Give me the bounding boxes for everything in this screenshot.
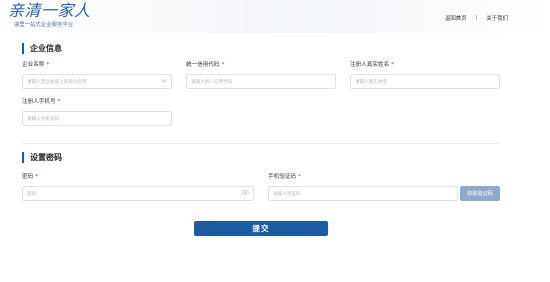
- page-header: 亲清一家人 湖里一站式企业服务平台 返回首页 | 关于我们: [0, 0, 550, 33]
- credit-code-input[interactable]: 请输入统一信用代码: [186, 74, 336, 89]
- phone-label: 注册人手机号 *: [22, 99, 61, 105]
- credit-code-placeholder: 请输入统一信用代码: [191, 79, 233, 85]
- required-mark: *: [391, 62, 394, 68]
- password-input[interactable]: 密码: [22, 186, 254, 201]
- section-divider: [22, 143, 500, 144]
- chevron-down-icon: [161, 78, 167, 85]
- sms-code-label: 手机验证码 *: [268, 174, 301, 180]
- required-mark: *: [57, 99, 61, 105]
- password-label: 密码 *: [22, 174, 38, 180]
- company-name-label: 企业名称 *: [22, 62, 50, 68]
- credit-code-label: 统一信用代码 *: [186, 62, 225, 68]
- section-title-enterprise: 企业信息: [22, 43, 62, 54]
- required-mark: *: [221, 62, 225, 68]
- submit-button[interactable]: 提交: [194, 221, 328, 236]
- required-mark: *: [297, 174, 301, 180]
- phone-input[interactable]: 请输入手机号码: [22, 111, 172, 126]
- real-name-placeholder: 请输入真实姓名: [355, 79, 388, 85]
- real-name-input[interactable]: 请输入真实姓名: [350, 74, 500, 89]
- eye-icon[interactable]: [242, 190, 249, 197]
- top-nav: 返回首页 | 关于我们: [445, 14, 508, 22]
- logo-subtitle: 湖里一站式企业服务平台: [14, 22, 74, 28]
- real-name-label: 注册人真实姓名 *: [350, 62, 394, 68]
- company-name-placeholder: 请输入营业执照上的单位名称: [27, 79, 87, 85]
- about-link[interactable]: 关于我们: [486, 14, 508, 22]
- sms-code-placeholder: 请输入验证码: [273, 191, 301, 197]
- logo-title: 亲清一家人: [8, 1, 91, 20]
- password-placeholder: 密码: [27, 191, 37, 197]
- sms-code-input[interactable]: 请输入验证码: [268, 186, 458, 201]
- required-mark: *: [46, 62, 50, 68]
- get-code-button[interactable]: 获取验证码: [460, 186, 500, 201]
- nav-separator: |: [475, 15, 478, 21]
- required-mark: *: [35, 174, 38, 180]
- section-title-password: 设置密码: [22, 152, 62, 163]
- phone-placeholder: 请输入手机号码: [27, 116, 60, 122]
- company-name-select[interactable]: 请输入营业执照上的单位名称: [22, 74, 172, 89]
- home-link[interactable]: 返回首页: [445, 14, 467, 22]
